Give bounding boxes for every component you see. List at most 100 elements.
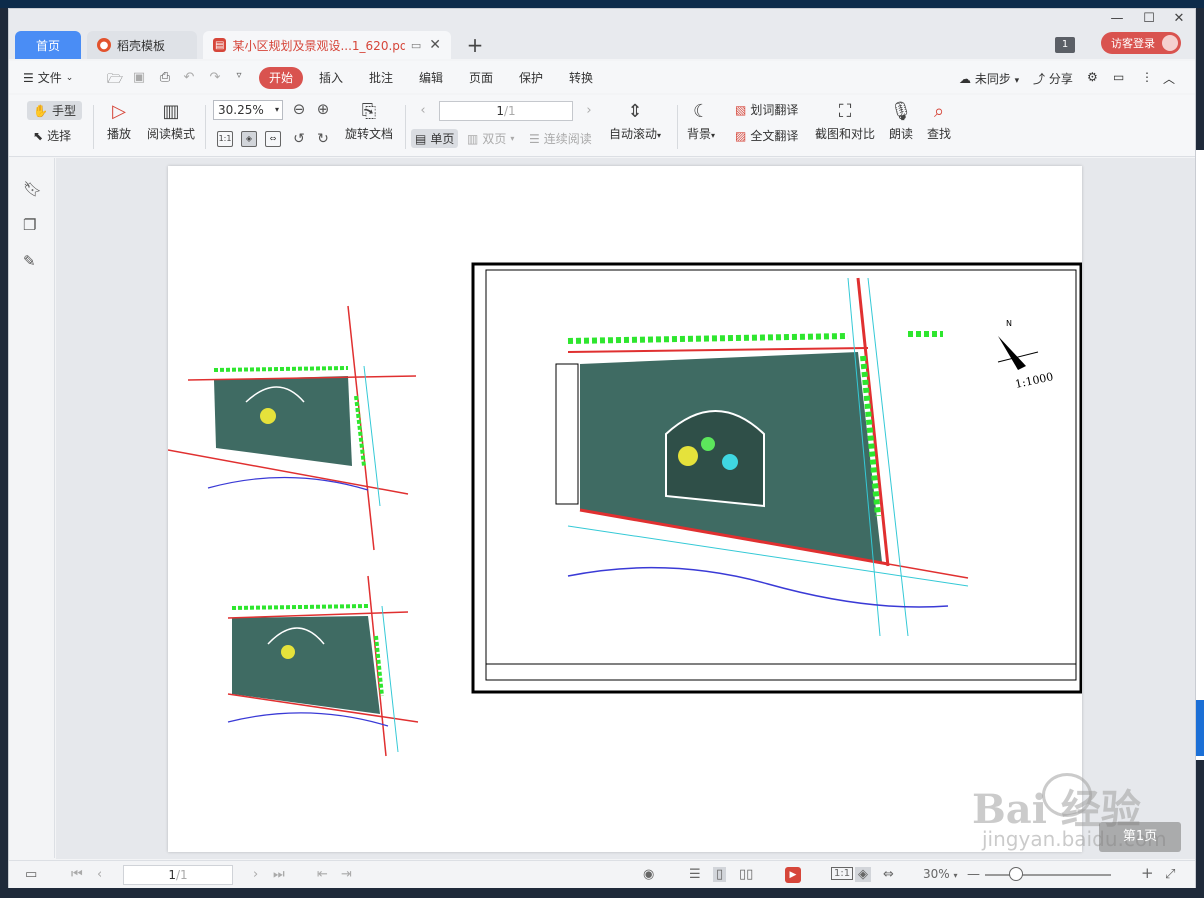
menu-bar: ☰ 文件 ⌄ 🗁 ▣ ⎙ ↶ ↷ ▿ 开始 插入 批注 编辑 页面 保护 转换 … — [9, 61, 1195, 93]
find-button[interactable]: ⌕ 查找 — [927, 99, 951, 142]
double-page-button[interactable]: ▥ 双页 ▾ — [467, 130, 514, 147]
double-view-icon[interactable]: ▯▯ — [739, 867, 753, 882]
window-count-badge[interactable]: 1 — [1055, 37, 1075, 53]
fullscreen-icon[interactable]: ⤢ — [1165, 867, 1175, 882]
actual-size-status-icon[interactable]: 1:1 — [831, 867, 854, 880]
rotate-document-button[interactable]: ⎘ 旋转文档 — [345, 99, 393, 142]
share-button[interactable]: ⤴ 分享 — [1033, 70, 1073, 87]
bookmark-icon[interactable]: 🔖︎ — [23, 180, 42, 198]
collapse-ribbon-icon[interactable]: ︿ — [1163, 70, 1175, 87]
single-view-icon[interactable]: ▯ — [713, 867, 727, 882]
open-folder-icon[interactable]: 🗁 — [107, 70, 123, 92]
maximize-icon[interactable]: ☐ — [1139, 11, 1159, 26]
customize-quick-access-icon[interactable]: ▿ — [231, 70, 247, 81]
eye-protect-icon[interactable]: ◉ — [643, 867, 654, 882]
settings-icon[interactable]: ⚙ — [1087, 70, 1098, 84]
screenshot-compare-button[interactable]: ⛶ 截图和对比 — [815, 99, 875, 142]
last-page-icon[interactable]: ⏭ — [273, 867, 285, 882]
document-canvas[interactable]: N 1:1000 Bai 经验 jingyan.baidu.com 第1页 — [56, 158, 1195, 859]
first-page-icon[interactable]: ⏮ — [71, 867, 83, 882]
read-mode-button[interactable]: ▥ 阅读模式 — [147, 99, 195, 142]
site-plan-drawing: N 1:1000 — [168, 262, 1082, 757]
background-button[interactable]: ☾ 背景▾ — [687, 99, 715, 142]
monitor-icon[interactable]: ▭ — [411, 39, 421, 52]
close-window-icon[interactable]: ✕ — [1169, 11, 1189, 26]
rotate-left-icon[interactable]: ↺ — [291, 131, 307, 147]
print-icon[interactable]: ⎙ — [157, 70, 173, 85]
page-number-input[interactable]: 1/1 — [439, 101, 573, 121]
next-page-icon[interactable]: › — [581, 103, 597, 118]
cloud-sync-button[interactable]: ☁ 未同步 ▾ — [959, 70, 1019, 87]
more-icon[interactable]: ⋮ — [1141, 70, 1153, 84]
full-translate-button[interactable]: ▨ 全文翻译 — [735, 127, 798, 144]
fit-page-icon[interactable]: ◈ — [241, 131, 257, 147]
select-tool-button[interactable]: ⬉ 选择 — [33, 127, 71, 144]
undo-icon[interactable]: ↶ — [181, 70, 197, 85]
next-page-status-icon[interactable]: › — [253, 867, 258, 882]
zoom-slider-handle[interactable] — [1009, 867, 1023, 881]
save-icon[interactable]: ▣ — [131, 70, 147, 85]
left-sidebar: 🔖︎ ❐ ✎ — [9, 158, 55, 858]
auto-scroll-icon: ⇕ — [627, 101, 643, 122]
auto-scroll-button[interactable]: ⇕ 自动滚动▾ — [609, 99, 661, 142]
minimize-icon[interactable]: — — [1107, 11, 1127, 26]
desktop-strip — [0, 0, 1204, 8]
play-status-icon[interactable]: ▶ — [785, 867, 801, 883]
zoom-in-status-icon[interactable]: + — [1141, 864, 1154, 882]
cloud-icon: ☁ — [959, 72, 971, 86]
tab-insert[interactable]: 插入 — [309, 67, 353, 89]
comment-icon[interactable]: ▭ — [1113, 70, 1124, 84]
play-button[interactable]: ▷ 播放 — [107, 99, 131, 142]
tab-start[interactable]: 开始 — [259, 67, 304, 89]
continuous-read-button[interactable]: ☰ 连续阅读 — [529, 130, 592, 147]
status-page-total: /1 — [175, 868, 188, 882]
annotation-pen-icon[interactable]: ✎ — [23, 252, 36, 270]
zoom-value: 30.25% — [218, 103, 264, 117]
hand-tool-button[interactable]: ✋ 手型 — [27, 101, 82, 120]
new-tab-plus-icon[interactable]: + — [465, 33, 485, 57]
fit-width-icon[interactable]: ⇔ — [265, 131, 281, 147]
word-translate-button[interactable]: ▧ 划词翻译 — [735, 101, 798, 118]
zoom-slider-track[interactable] — [985, 874, 1111, 876]
tab-protect[interactable]: 保护 — [509, 67, 553, 89]
file-menu[interactable]: ☰ 文件 ⌄ — [23, 69, 73, 86]
zoom-out-icon[interactable]: ⊖ — [291, 100, 307, 118]
sidebar-toggle-icon[interactable]: ▭ — [25, 867, 37, 882]
rotate-right-icon[interactable]: ↻ — [315, 131, 331, 147]
tab-page[interactable]: 页面 — [459, 67, 503, 89]
forward-icon[interactable]: ⇥ — [341, 867, 352, 882]
select-tool-label: 选择 — [47, 129, 72, 143]
tab-templates[interactable]: ● 稻壳模板 — [87, 31, 197, 59]
read-aloud-button[interactable]: 🎙 朗读 — [889, 99, 913, 142]
status-zoom-select[interactable]: 30% ▾ — [923, 867, 958, 881]
pdf-page[interactable]: N 1:1000 — [168, 166, 1082, 852]
guest-login-button[interactable]: 访客登录 — [1101, 32, 1181, 54]
zoom-select[interactable]: 30.25% ▾ — [213, 100, 283, 120]
zoom-out-status-icon[interactable]: — — [967, 867, 980, 882]
prev-page-status-icon[interactable]: ‹ — [97, 867, 102, 882]
tab-document[interactable]: ▤ 某小区规划及景观设...1_620.pdf ▭ ✕ — [203, 31, 451, 59]
thumbnail-icon[interactable]: ❐ — [23, 216, 36, 234]
close-tab-icon[interactable]: ✕ — [429, 37, 441, 53]
fit-width-status-icon[interactable]: ⇔ — [883, 867, 894, 882]
actual-size-icon[interactable]: 1:1 — [217, 131, 233, 147]
redo-icon[interactable]: ↷ — [207, 70, 223, 85]
single-page-icon: ▤ — [415, 131, 427, 146]
book-icon: ▥ — [162, 101, 180, 122]
status-page-input[interactable]: 1/1 — [123, 865, 233, 885]
single-page-button[interactable]: ▤ 单页 — [411, 129, 459, 148]
tab-convert[interactable]: 转换 — [559, 67, 603, 89]
prev-page-icon[interactable]: ‹ — [415, 103, 431, 118]
hamburger-icon: ☰ — [23, 70, 34, 85]
tab-annotate[interactable]: 批注 — [359, 67, 403, 89]
tab-bar: 首页 ● 稻壳模板 ▤ 某小区规划及景观设...1_620.pdf ▭ ✕ + … — [9, 9, 1195, 59]
zoom-in-icon[interactable]: ⊕ — [315, 100, 331, 118]
back-icon[interactable]: ⇤ — [317, 867, 328, 882]
full-translate-label: 全文翻译 — [750, 129, 799, 143]
tab-home[interactable]: 首页 — [15, 31, 81, 59]
single-page-label: 单页 — [430, 132, 455, 146]
tab-edit[interactable]: 编辑 — [409, 67, 453, 89]
fit-page-status-icon[interactable]: ◈ — [855, 867, 871, 882]
continuous-view-icon[interactable]: ☰ — [689, 867, 701, 882]
double-page-label: 双页 — [482, 132, 507, 146]
